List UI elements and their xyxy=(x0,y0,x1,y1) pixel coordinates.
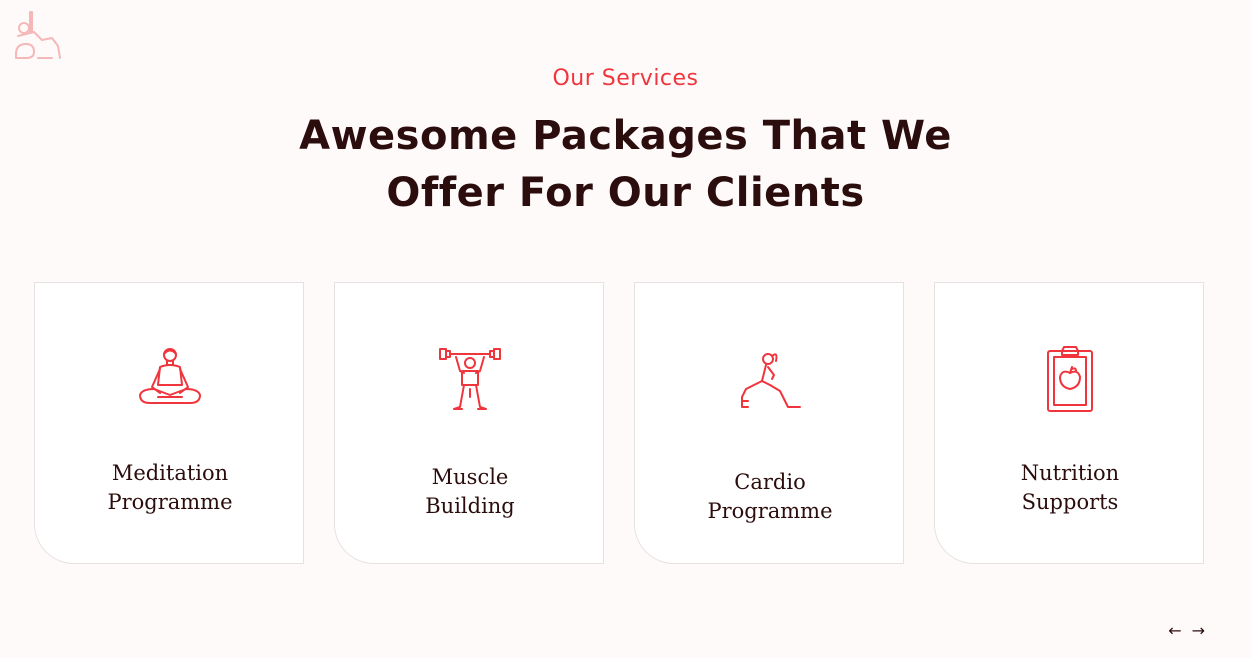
service-card-cardio[interactable]: Cardio Programme xyxy=(634,282,904,564)
service-title: Muscle Building xyxy=(335,463,605,521)
service-title-line-2: Building xyxy=(425,494,515,518)
service-title-line-2: Programme xyxy=(107,490,233,514)
service-card-meditation[interactable]: Meditation Programme xyxy=(34,282,304,564)
meditation-icon xyxy=(35,345,305,417)
heading-line-1: Awesome Packages That We xyxy=(299,113,952,159)
service-title: Cardio Programme xyxy=(635,468,905,526)
lunge-exercise-icon xyxy=(635,345,905,417)
service-title: Nutrition Supports xyxy=(935,459,1205,517)
weightlifting-icon xyxy=(335,345,605,417)
service-title-line-1: Meditation xyxy=(111,461,229,485)
services-carousel: Meditation Programme Muscle Building Car… xyxy=(34,282,1204,564)
carousel-nav: ← → xyxy=(1168,619,1205,643)
service-title-line-1: Cardio xyxy=(734,470,806,494)
nutrition-clipboard-icon xyxy=(935,345,1205,417)
service-card-nutrition[interactable]: Nutrition Supports xyxy=(934,282,1204,564)
next-arrow-icon[interactable]: → xyxy=(1192,619,1205,643)
service-title-line-2: Programme xyxy=(707,499,833,523)
service-title-line-2: Supports xyxy=(1021,490,1119,514)
service-title-line-1: Muscle xyxy=(431,465,509,489)
service-card-muscle-building[interactable]: Muscle Building xyxy=(334,282,604,564)
section-heading: Awesome Packages That We Offer For Our C… xyxy=(0,108,1251,222)
service-title: Meditation Programme xyxy=(35,459,305,517)
logo-icon[interactable] xyxy=(12,10,66,64)
service-title-line-1: Nutrition xyxy=(1020,461,1120,485)
prev-arrow-icon[interactable]: ← xyxy=(1168,619,1181,643)
section-eyebrow: Our Services xyxy=(552,66,699,91)
heading-line-2: Offer For Our Clients xyxy=(386,170,865,216)
